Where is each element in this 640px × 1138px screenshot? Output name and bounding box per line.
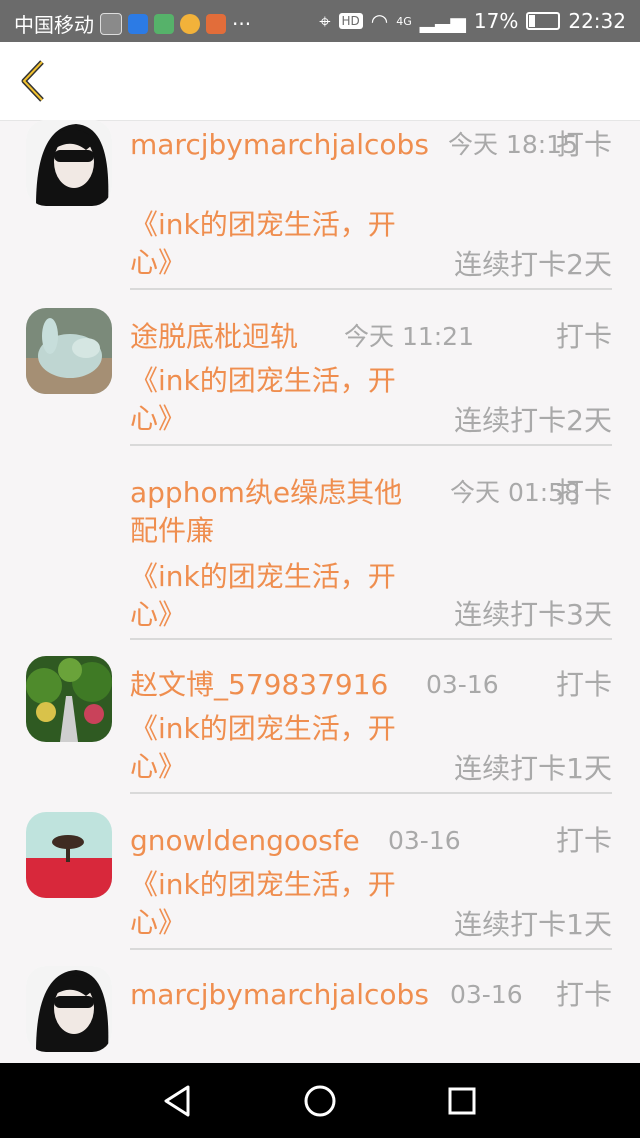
streak-label: 连续打卡2天 xyxy=(454,248,612,281)
cell-signal-label: 4G xyxy=(396,14,412,28)
divider xyxy=(130,948,612,950)
checkin-list[interactable]: marcjbymarchjalcobs 今天 18:15 打卡 《ink的团宠生… xyxy=(0,120,640,1063)
checkin-label: 打卡 xyxy=(555,978,612,1011)
app-icon xyxy=(154,13,174,34)
chevron-left-icon xyxy=(21,60,44,102)
location-icon: ⌖ xyxy=(319,9,331,33)
more-icon: ··· xyxy=(232,11,252,36)
user-name[interactable]: marcjbymarchjalcobs xyxy=(130,126,430,164)
top-nav-bar xyxy=(0,42,640,121)
square-recents-icon xyxy=(448,1087,476,1115)
signal-bars-icon: ▂▃▅ xyxy=(419,9,466,33)
divider xyxy=(130,638,612,640)
streak-label: 连续打卡3天 xyxy=(454,598,612,631)
streak-label: 连续打卡1天 xyxy=(454,908,612,941)
checkin-label: 打卡 xyxy=(555,668,612,701)
checkin-label: 打卡 xyxy=(555,824,612,857)
hd-badge: HD xyxy=(338,13,363,29)
clock: 22:32 xyxy=(568,9,626,33)
timestamp: 03-16 xyxy=(426,670,499,699)
avatar[interactable] xyxy=(26,308,112,394)
streak-label: 连续打卡2天 xyxy=(454,404,612,437)
bell-icon xyxy=(180,13,200,34)
back-button[interactable] xyxy=(14,58,54,104)
group-name[interactable]: 《ink的团宠生活，开心》 xyxy=(130,558,410,634)
checkin-label: 打卡 xyxy=(555,476,612,509)
timestamp: 今天 11:21 xyxy=(344,322,474,351)
group-name[interactable]: 《ink的团宠生活，开心》 xyxy=(130,710,410,786)
battery-icon xyxy=(526,12,561,30)
user-name[interactable]: 赵文博_579837916 xyxy=(130,666,430,704)
circle-home-icon xyxy=(304,1085,336,1117)
checkin-label: 打卡 xyxy=(555,320,612,353)
status-bar: 中国移动 ··· ⌖ HD ◠ 4G ▂▃▅ 17% 22:32 xyxy=(0,0,640,42)
checkin-label: 打卡 xyxy=(555,128,612,161)
back-nav-button[interactable] xyxy=(158,1081,198,1121)
activity-icon xyxy=(100,12,122,35)
avatar[interactable] xyxy=(26,812,112,898)
streak-label: 连续打卡1天 xyxy=(454,752,612,785)
timestamp: 03-16 xyxy=(450,980,523,1009)
recents-nav-button[interactable] xyxy=(442,1081,482,1121)
triangle-back-icon xyxy=(164,1085,190,1117)
divider xyxy=(130,444,612,446)
shield-icon xyxy=(128,13,148,34)
play-icon xyxy=(206,13,226,34)
system-nav-bar xyxy=(0,1063,640,1138)
battery-percent: 17% xyxy=(473,9,519,33)
wifi-icon: ◠ xyxy=(370,9,389,33)
user-name[interactable]: apphom纨e缲虑其他配件廉 xyxy=(130,474,430,550)
group-name[interactable]: 《ink的团宠生活，开心》 xyxy=(130,206,410,282)
timestamp: 03-16 xyxy=(388,826,461,855)
avatar[interactable] xyxy=(26,656,112,742)
group-name[interactable]: 《ink的团宠生活，开心》 xyxy=(130,866,410,942)
divider xyxy=(130,792,612,794)
user-name[interactable]: gnowldengoosfe xyxy=(130,822,430,860)
user-name[interactable]: marcjbymarchjalcobs xyxy=(130,976,430,1014)
carrier-label: 中国移动 xyxy=(14,13,94,37)
group-name[interactable]: 《ink的团宠生活，开心》 xyxy=(130,362,410,438)
avatar[interactable] xyxy=(26,966,112,1052)
avatar[interactable] xyxy=(26,120,112,206)
home-nav-button[interactable] xyxy=(300,1081,340,1121)
divider xyxy=(130,288,612,290)
